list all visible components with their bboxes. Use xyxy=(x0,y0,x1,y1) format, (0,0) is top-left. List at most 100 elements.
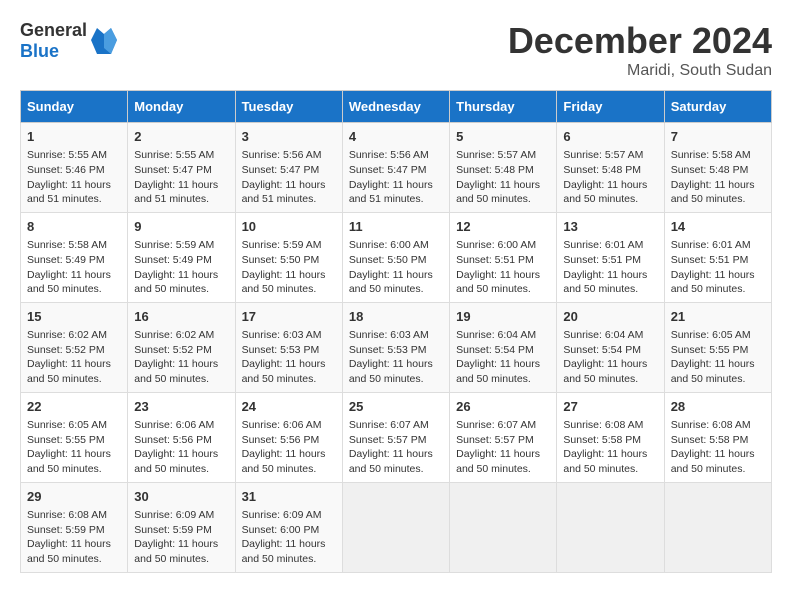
day-info: Sunrise: 6:03 AMSunset: 5:53 PMDaylight:… xyxy=(242,328,336,387)
table-row: 24Sunrise: 6:06 AMSunset: 5:56 PMDayligh… xyxy=(235,392,342,482)
table-row: 16Sunrise: 6:02 AMSunset: 5:52 PMDayligh… xyxy=(128,302,235,392)
location: Maridi, South Sudan xyxy=(508,62,772,80)
day-info: Sunrise: 6:04 AMSunset: 5:54 PMDaylight:… xyxy=(563,328,657,387)
day-number: 26 xyxy=(456,398,550,416)
calendar-row: 15Sunrise: 6:02 AMSunset: 5:52 PMDayligh… xyxy=(21,302,772,392)
table-row: 7 Sunrise: 5:58 AMSunset: 5:48 PMDaylight… xyxy=(664,123,771,213)
calendar-table: Sunday Monday Tuesday Wednesday Thursday… xyxy=(20,90,772,573)
day-number: 27 xyxy=(563,398,657,416)
day-info: Sunrise: 6:08 AMSunset: 5:58 PMDaylight:… xyxy=(671,418,765,477)
header-row: Sunday Monday Tuesday Wednesday Thursday… xyxy=(21,91,772,123)
day-number: 23 xyxy=(134,398,228,416)
day-info: Sunrise: 5:55 AMSunset: 5:47 PMDaylight:… xyxy=(134,148,228,207)
table-row xyxy=(342,482,449,572)
col-sunday: Sunday xyxy=(21,91,128,123)
col-saturday: Saturday xyxy=(664,91,771,123)
day-info: Sunrise: 6:03 AMSunset: 5:53 PMDaylight:… xyxy=(349,328,443,387)
table-row: 11Sunrise: 6:00 AMSunset: 5:50 PMDayligh… xyxy=(342,212,449,302)
day-number: 4 xyxy=(349,128,443,146)
table-row xyxy=(557,482,664,572)
table-row: 10Sunrise: 5:59 AMSunset: 5:50 PMDayligh… xyxy=(235,212,342,302)
day-number: 7 xyxy=(671,128,765,146)
logo-blue: Blue xyxy=(20,41,59,61)
calendar-row: 8Sunrise: 5:58 AMSunset: 5:49 PMDaylight… xyxy=(21,212,772,302)
table-row: 2 Sunrise: 5:55 AMSunset: 5:47 PMDaylight… xyxy=(128,123,235,213)
day-info: Sunrise: 5:59 AMSunset: 5:50 PMDaylight:… xyxy=(242,238,336,297)
table-row: 18Sunrise: 6:03 AMSunset: 5:53 PMDayligh… xyxy=(342,302,449,392)
col-wednesday: Wednesday xyxy=(342,91,449,123)
logo-text: General Blue xyxy=(20,20,87,62)
day-info: Sunrise: 6:02 AMSunset: 5:52 PMDaylight:… xyxy=(134,328,228,387)
table-row: 23 Sunrise: 6:06 AMSunset: 5:56 PMDayligh… xyxy=(128,392,235,482)
day-info: Sunrise: 6:04 AMSunset: 5:54 PMDaylight:… xyxy=(456,328,550,387)
col-thursday: Thursday xyxy=(450,91,557,123)
day-number: 28 xyxy=(671,398,765,416)
table-row: 3 Sunrise: 5:56 AMSunset: 5:47 PMDaylight… xyxy=(235,123,342,213)
day-number: 11 xyxy=(349,218,443,236)
day-number: 2 xyxy=(134,128,228,146)
table-row: 15Sunrise: 6:02 AMSunset: 5:52 PMDayligh… xyxy=(21,302,128,392)
day-number: 25 xyxy=(349,398,443,416)
calendar-row: 1 Sunrise: 5:55 AMSunset: 5:46 PMDaylight… xyxy=(21,123,772,213)
col-tuesday: Tuesday xyxy=(235,91,342,123)
day-info: Sunrise: 6:08 AMSunset: 5:58 PMDaylight:… xyxy=(563,418,657,477)
col-friday: Friday xyxy=(557,91,664,123)
day-info: Sunrise: 6:06 AMSunset: 5:56 PMDaylight:… xyxy=(134,418,228,477)
calendar-row: 29Sunrise: 6:08 AMSunset: 5:59 PMDayligh… xyxy=(21,482,772,572)
table-row: 8Sunrise: 5:58 AMSunset: 5:49 PMDaylight… xyxy=(21,212,128,302)
day-info: Sunrise: 5:56 AMSunset: 5:47 PMDaylight:… xyxy=(242,148,336,207)
table-row: 29Sunrise: 6:08 AMSunset: 5:59 PMDayligh… xyxy=(21,482,128,572)
logo-icon xyxy=(89,26,119,56)
logo: General Blue xyxy=(20,20,119,62)
table-row: 1 Sunrise: 5:55 AMSunset: 5:46 PMDaylight… xyxy=(21,123,128,213)
table-row: 25 Sunrise: 6:07 AMSunset: 5:57 PMDayligh… xyxy=(342,392,449,482)
table-row: 20 Sunrise: 6:04 AMSunset: 5:54 PMDayligh… xyxy=(557,302,664,392)
table-row: 22 Sunrise: 6:05 AMSunset: 5:55 PMDayligh… xyxy=(21,392,128,482)
day-info: Sunrise: 6:05 AMSunset: 5:55 PMDaylight:… xyxy=(671,328,765,387)
day-number: 1 xyxy=(27,128,121,146)
day-info: Sunrise: 5:58 AMSunset: 5:48 PMDaylight:… xyxy=(671,148,765,207)
day-number: 13 xyxy=(563,218,657,236)
day-info: Sunrise: 6:09 AMSunset: 5:59 PMDaylight:… xyxy=(134,508,228,567)
title-block: December 2024 Maridi, South Sudan xyxy=(508,20,772,80)
table-row: 14Sunrise: 6:01 AMSunset: 5:51 PMDayligh… xyxy=(664,212,771,302)
day-number: 17 xyxy=(242,308,336,326)
table-row: 19 Sunrise: 6:04 AMSunset: 5:54 PMDayligh… xyxy=(450,302,557,392)
day-number: 12 xyxy=(456,218,550,236)
day-number: 30 xyxy=(134,488,228,506)
table-row: 28 Sunrise: 6:08 AMSunset: 5:58 PMDayligh… xyxy=(664,392,771,482)
day-info: Sunrise: 6:07 AMSunset: 5:57 PMDaylight:… xyxy=(349,418,443,477)
day-number: 22 xyxy=(27,398,121,416)
day-info: Sunrise: 6:01 AMSunset: 5:51 PMDaylight:… xyxy=(563,238,657,297)
day-number: 21 xyxy=(671,308,765,326)
month-title: December 2024 xyxy=(508,20,772,62)
table-row: 4Sunrise: 5:56 AMSunset: 5:47 PMDaylight… xyxy=(342,123,449,213)
table-row: 26 Sunrise: 6:07 AMSunset: 5:57 PMDayligh… xyxy=(450,392,557,482)
day-number: 6 xyxy=(563,128,657,146)
day-number: 3 xyxy=(242,128,336,146)
page-header: General Blue December 2024 Maridi, South… xyxy=(20,20,772,80)
day-info: Sunrise: 5:55 AMSunset: 5:46 PMDaylight:… xyxy=(27,148,121,207)
day-number: 8 xyxy=(27,218,121,236)
day-number: 29 xyxy=(27,488,121,506)
day-number: 9 xyxy=(134,218,228,236)
day-info: Sunrise: 6:07 AMSunset: 5:57 PMDaylight:… xyxy=(456,418,550,477)
day-info: Sunrise: 6:02 AMSunset: 5:52 PMDaylight:… xyxy=(27,328,121,387)
day-info: Sunrise: 6:05 AMSunset: 5:55 PMDaylight:… xyxy=(27,418,121,477)
day-info: Sunrise: 5:59 AMSunset: 5:49 PMDaylight:… xyxy=(134,238,228,297)
day-number: 20 xyxy=(563,308,657,326)
day-info: Sunrise: 6:00 AMSunset: 5:51 PMDaylight:… xyxy=(456,238,550,297)
day-number: 24 xyxy=(242,398,336,416)
table-row xyxy=(450,482,557,572)
calendar-row: 22 Sunrise: 6:05 AMSunset: 5:55 PMDayligh… xyxy=(21,392,772,482)
table-row: 30 Sunrise: 6:09 AMSunset: 5:59 PMDayligh… xyxy=(128,482,235,572)
table-row xyxy=(664,482,771,572)
table-row: 9 Sunrise: 5:59 AMSunset: 5:49 PMDaylight… xyxy=(128,212,235,302)
day-info: Sunrise: 6:01 AMSunset: 5:51 PMDaylight:… xyxy=(671,238,765,297)
table-row: 6 Sunrise: 5:57 AMSunset: 5:48 PMDaylight… xyxy=(557,123,664,213)
day-info: Sunrise: 6:09 AMSunset: 6:00 PMDaylight:… xyxy=(242,508,336,567)
day-number: 19 xyxy=(456,308,550,326)
table-row: 12 Sunrise: 6:00 AMSunset: 5:51 PMDayligh… xyxy=(450,212,557,302)
day-info: Sunrise: 5:57 AMSunset: 5:48 PMDaylight:… xyxy=(563,148,657,207)
table-row: 17 Sunrise: 6:03 AMSunset: 5:53 PMDayligh… xyxy=(235,302,342,392)
